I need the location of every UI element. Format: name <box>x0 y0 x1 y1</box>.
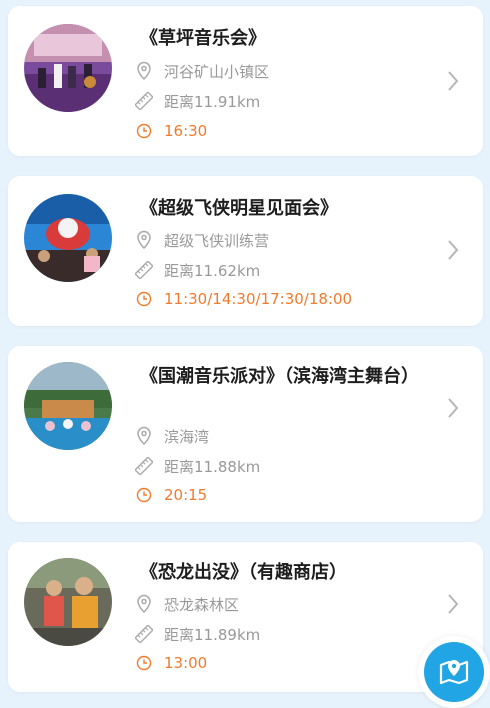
map-button[interactable] <box>418 636 490 708</box>
event-thumbnail <box>24 24 112 112</box>
event-thumbnail <box>24 362 112 450</box>
location-pin-icon <box>134 426 154 446</box>
ruler-icon <box>134 260 154 280</box>
event-distance-text: 距离11.91km <box>164 92 261 111</box>
location-pin-icon <box>134 594 154 614</box>
event-thumbnail <box>24 194 112 282</box>
event-distance: 距离11.88km <box>134 455 260 477</box>
clock-icon <box>134 485 154 505</box>
event-time: 16:30 <box>134 120 207 142</box>
event-distance-text: 距离11.89km <box>164 625 261 644</box>
event-location: 河谷矿山小镇区 <box>134 60 269 82</box>
event-card[interactable]: 《国潮音乐派对》（滨海湾主舞台） 滨海湾 距离11.88km 20:15 <box>8 346 483 522</box>
ruler-icon <box>134 624 154 644</box>
ruler-icon <box>134 456 154 476</box>
event-location-text: 恐龙森林区 <box>164 595 240 614</box>
event-time: 11:30/14:30/17:30/18:00 <box>134 288 352 310</box>
event-title: 《草坪音乐会》 <box>140 28 266 49</box>
event-location: 滨海湾 <box>134 425 209 447</box>
chevron-right-icon[interactable] <box>443 590 463 618</box>
event-thumbnail <box>24 558 112 646</box>
event-title: 《超级飞侠明星见面会》 <box>140 198 338 219</box>
event-card[interactable]: 《恐龙出没》（有趣商店） 恐龙森林区 距离11.89km 13:00 <box>8 542 483 692</box>
chevron-right-icon[interactable] <box>443 394 463 422</box>
event-time-text: 20:15 <box>164 486 208 504</box>
event-location-text: 超级飞侠训练营 <box>164 231 270 250</box>
event-location: 超级飞侠训练营 <box>134 229 269 251</box>
event-time-text: 16:30 <box>164 122 208 140</box>
event-location: 恐龙森林区 <box>134 593 239 615</box>
event-distance: 距离11.89km <box>134 623 260 645</box>
clock-icon <box>134 653 154 673</box>
event-time: 20:15 <box>134 484 207 506</box>
event-distance: 距离11.91km <box>134 90 260 112</box>
event-card[interactable]: 《草坪音乐会》 河谷矿山小镇区 距离11.91km 16:30 <box>8 6 483 156</box>
location-pin-icon <box>134 230 154 250</box>
event-location-text: 滨海湾 <box>164 427 210 446</box>
event-time: 13:00 <box>134 652 207 674</box>
map-location-icon <box>424 642 484 702</box>
event-time-text: 13:00 <box>164 654 208 672</box>
clock-icon <box>134 289 154 309</box>
event-distance-text: 距离11.88km <box>164 457 261 476</box>
location-pin-icon <box>134 61 154 81</box>
clock-icon <box>134 121 154 141</box>
chevron-right-icon[interactable] <box>443 67 463 95</box>
event-distance: 距离11.62km <box>134 259 260 281</box>
event-time-text: 11:30/14:30/17:30/18:00 <box>164 290 353 308</box>
ruler-icon <box>134 91 154 111</box>
event-location-text: 河谷矿山小镇区 <box>164 62 270 81</box>
event-distance-text: 距离11.62km <box>164 261 261 280</box>
chevron-right-icon[interactable] <box>443 236 463 264</box>
event-title: 《国潮音乐派对》（滨海湾主舞台） <box>140 366 419 387</box>
event-card[interactable]: 《超级飞侠明星见面会》 超级飞侠训练营 距离11.62km 11:30/14:3… <box>8 176 483 326</box>
event-title: 《恐龙出没》（有趣商店） <box>140 562 347 583</box>
